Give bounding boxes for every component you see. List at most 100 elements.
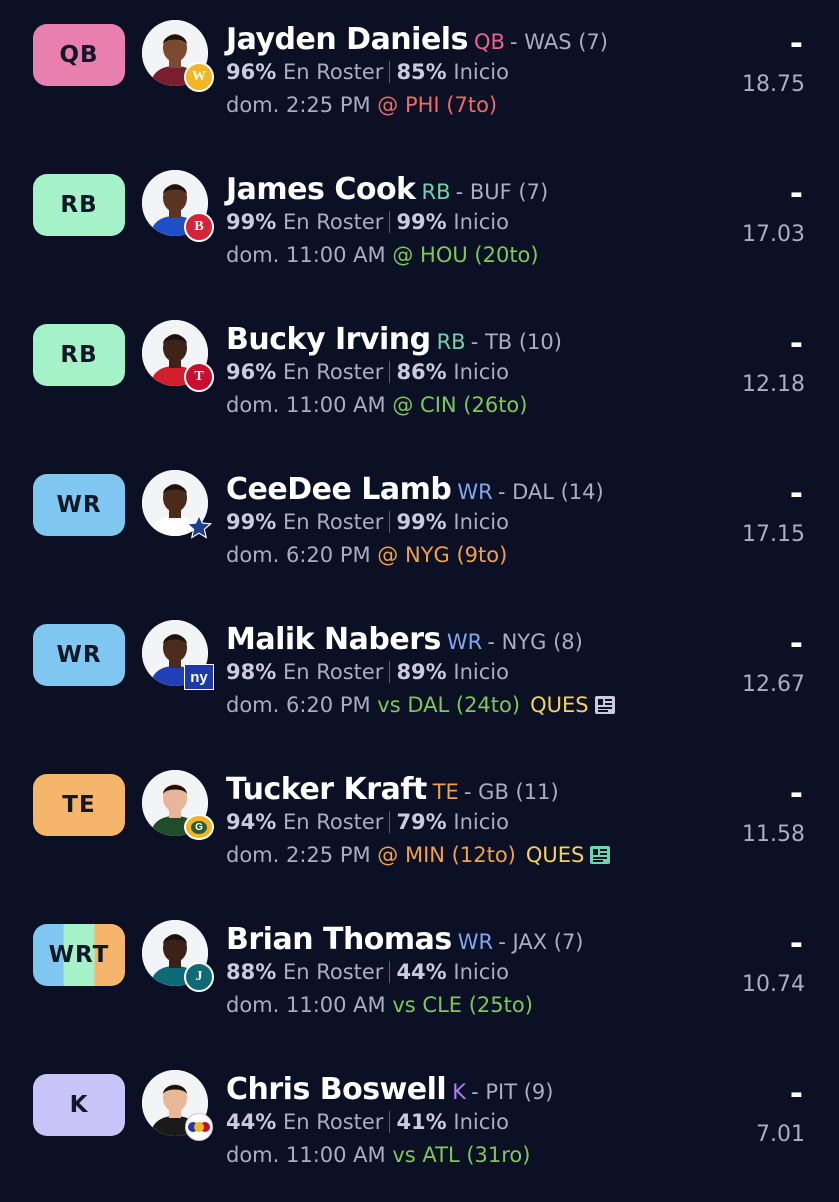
divider <box>389 361 391 383</box>
slot-badge[interactable]: WR <box>33 624 125 686</box>
player-row[interactable]: WR ny Malik Nabers WR - NYG (8) 98% En Ro… <box>0 602 839 752</box>
player-row[interactable]: RB B James Cook RB - BUF (7) 99% En Roste… <box>0 152 839 302</box>
player-name[interactable]: Bucky Irving <box>226 322 431 357</box>
game-time: dom. 2:25 PM <box>226 843 371 867</box>
player-header: Bucky Irving RB - TB (10) <box>226 322 562 357</box>
slot-badge[interactable]: WR <box>33 474 125 536</box>
start-percent: 85% <box>396 60 447 84</box>
slot-badge[interactable]: RB <box>33 174 125 236</box>
roster-percent: 99% <box>226 510 277 534</box>
matchup-line: dom. 6:20 PM @ NYG (9to) <box>226 543 507 567</box>
team-info: - NYG (8) <box>487 630 583 654</box>
player-row[interactable]: QB W Jayden Daniels QB - WAS (7) 96% En R… <box>0 2 839 152</box>
ownership-line: 88% En Roster 44% Inicio <box>226 960 509 984</box>
team-info: - WAS (7) <box>509 30 608 54</box>
player-position: QB <box>473 30 505 54</box>
player-position: TE <box>432 780 459 804</box>
start-label: Inicio <box>453 360 509 384</box>
player-row[interactable]: K Chris Boswell K - PIT (9) 44% En Roster… <box>0 1052 839 1202</box>
slot-badge[interactable]: RB <box>33 324 125 386</box>
ownership-line: 94% En Roster 79% Inicio <box>226 810 509 834</box>
projection-value: 7.01 <box>756 1122 805 1147</box>
player-row[interactable]: RB T Bucky Irving RB - TB (10) 96% En Ros… <box>0 302 839 452</box>
cowboys-star-icon <box>184 512 214 542</box>
player-name[interactable]: James Cook <box>226 172 416 207</box>
slot-badge[interactable]: TE <box>33 774 125 836</box>
start-percent: 99% <box>396 510 447 534</box>
news-icon[interactable] <box>588 843 612 867</box>
opponent: vs DAL (24to) <box>377 693 521 717</box>
game-time: dom. 6:20 PM <box>226 543 371 567</box>
team-info: - BUF (7) <box>455 180 549 204</box>
start-label: Inicio <box>453 210 509 234</box>
player-position: WR <box>446 630 483 654</box>
divider <box>389 211 391 233</box>
player-header: James Cook RB - BUF (7) <box>226 172 548 207</box>
start-label: Inicio <box>453 960 509 984</box>
points-value: - <box>789 24 803 62</box>
player-name[interactable]: Tucker Kraft <box>226 772 427 807</box>
news-icon[interactable] <box>593 693 617 717</box>
roster-label: En Roster <box>282 360 384 384</box>
projection-value: 17.03 <box>742 222 805 247</box>
slot-badge[interactable]: K <box>33 1074 125 1136</box>
start-percent: 86% <box>396 360 447 384</box>
divider <box>389 811 391 833</box>
matchup-line: dom. 2:25 PM @ MIN (12to) QUES <box>226 843 612 867</box>
player-position: WR <box>457 480 493 504</box>
player-row[interactable]: TE G Tucker Kraft TE - GB (11) 94% En Ros… <box>0 752 839 902</box>
commanders-logo-icon: W <box>184 62 214 92</box>
slot-label: QB <box>59 42 99 68</box>
player-row[interactable]: WR CeeDee Lamb WR - DAL (14) 99% En Roste… <box>0 452 839 602</box>
slot-label: WR <box>56 492 102 518</box>
matchup-line: dom. 11:00 AM vs ATL (31ro) <box>226 1143 530 1167</box>
opponent: @ NYG (9to) <box>377 543 508 567</box>
opponent: vs ATL (31ro) <box>392 1143 531 1167</box>
opponent: @ HOU (20to) <box>392 243 539 267</box>
player-name[interactable]: Chris Boswell <box>226 1072 447 1107</box>
status-badge: QUES <box>530 693 589 717</box>
matchup-line: dom. 11:00 AM @ HOU (20to) <box>226 243 539 267</box>
team-info: - JAX (7) <box>498 930 584 954</box>
status-badge: QUES <box>525 843 585 867</box>
slot-label: RB <box>60 342 98 368</box>
opponent: vs CLE (25to) <box>392 993 533 1017</box>
roster-percent: 99% <box>226 210 277 234</box>
points-value: - <box>789 1074 803 1112</box>
matchup-line: dom. 6:20 PM vs DAL (24to) QUES <box>226 693 617 717</box>
slot-badge[interactable]: QB <box>33 24 125 86</box>
player-name[interactable]: Malik Nabers <box>226 622 441 657</box>
player-name[interactable]: Brian Thomas <box>226 922 452 957</box>
player-row[interactable]: WRT J Brian Thomas WR - JAX (7) 88% En Ro… <box>0 902 839 1052</box>
roster-percent: 44% <box>226 1110 277 1134</box>
packers-logo-icon: G <box>184 812 214 842</box>
game-time: dom. 6:20 PM <box>226 693 371 717</box>
roster-percent: 98% <box>226 660 277 684</box>
start-label: Inicio <box>453 60 509 84</box>
start-label: Inicio <box>453 810 509 834</box>
player-name[interactable]: CeeDee Lamb <box>226 472 452 507</box>
projection-value: 12.67 <box>742 672 805 697</box>
roster-percent: 96% <box>226 360 277 384</box>
player-position: RB <box>421 180 451 204</box>
slot-label: WR <box>56 642 102 668</box>
projection-value: 17.15 <box>742 522 805 547</box>
roster-percent: 88% <box>226 960 277 984</box>
start-percent: 41% <box>396 1110 447 1134</box>
player-position: K <box>452 1080 466 1104</box>
matchup-line: dom. 11:00 AM @ CIN (26to) <box>226 393 527 417</box>
roster-list: QB W Jayden Daniels QB - WAS (7) 96% En R… <box>0 0 839 1200</box>
bills-logo-icon: B <box>184 212 214 242</box>
player-position: WR <box>457 930 494 954</box>
start-percent: 99% <box>396 210 447 234</box>
slot-badge[interactable]: WRT <box>33 924 125 986</box>
jaguars-logo-icon: J <box>184 962 214 992</box>
player-name[interactable]: Jayden Daniels <box>226 22 468 57</box>
matchup-line: dom. 11:00 AM vs CLE (25to) <box>226 993 533 1017</box>
start-label: Inicio <box>453 660 509 684</box>
giants-logo-icon: ny <box>184 662 214 692</box>
ownership-line: 96% En Roster 86% Inicio <box>226 360 509 384</box>
slot-label: TE <box>62 792 96 818</box>
points-value: - <box>789 924 803 962</box>
slot-label: K <box>69 1092 89 1118</box>
